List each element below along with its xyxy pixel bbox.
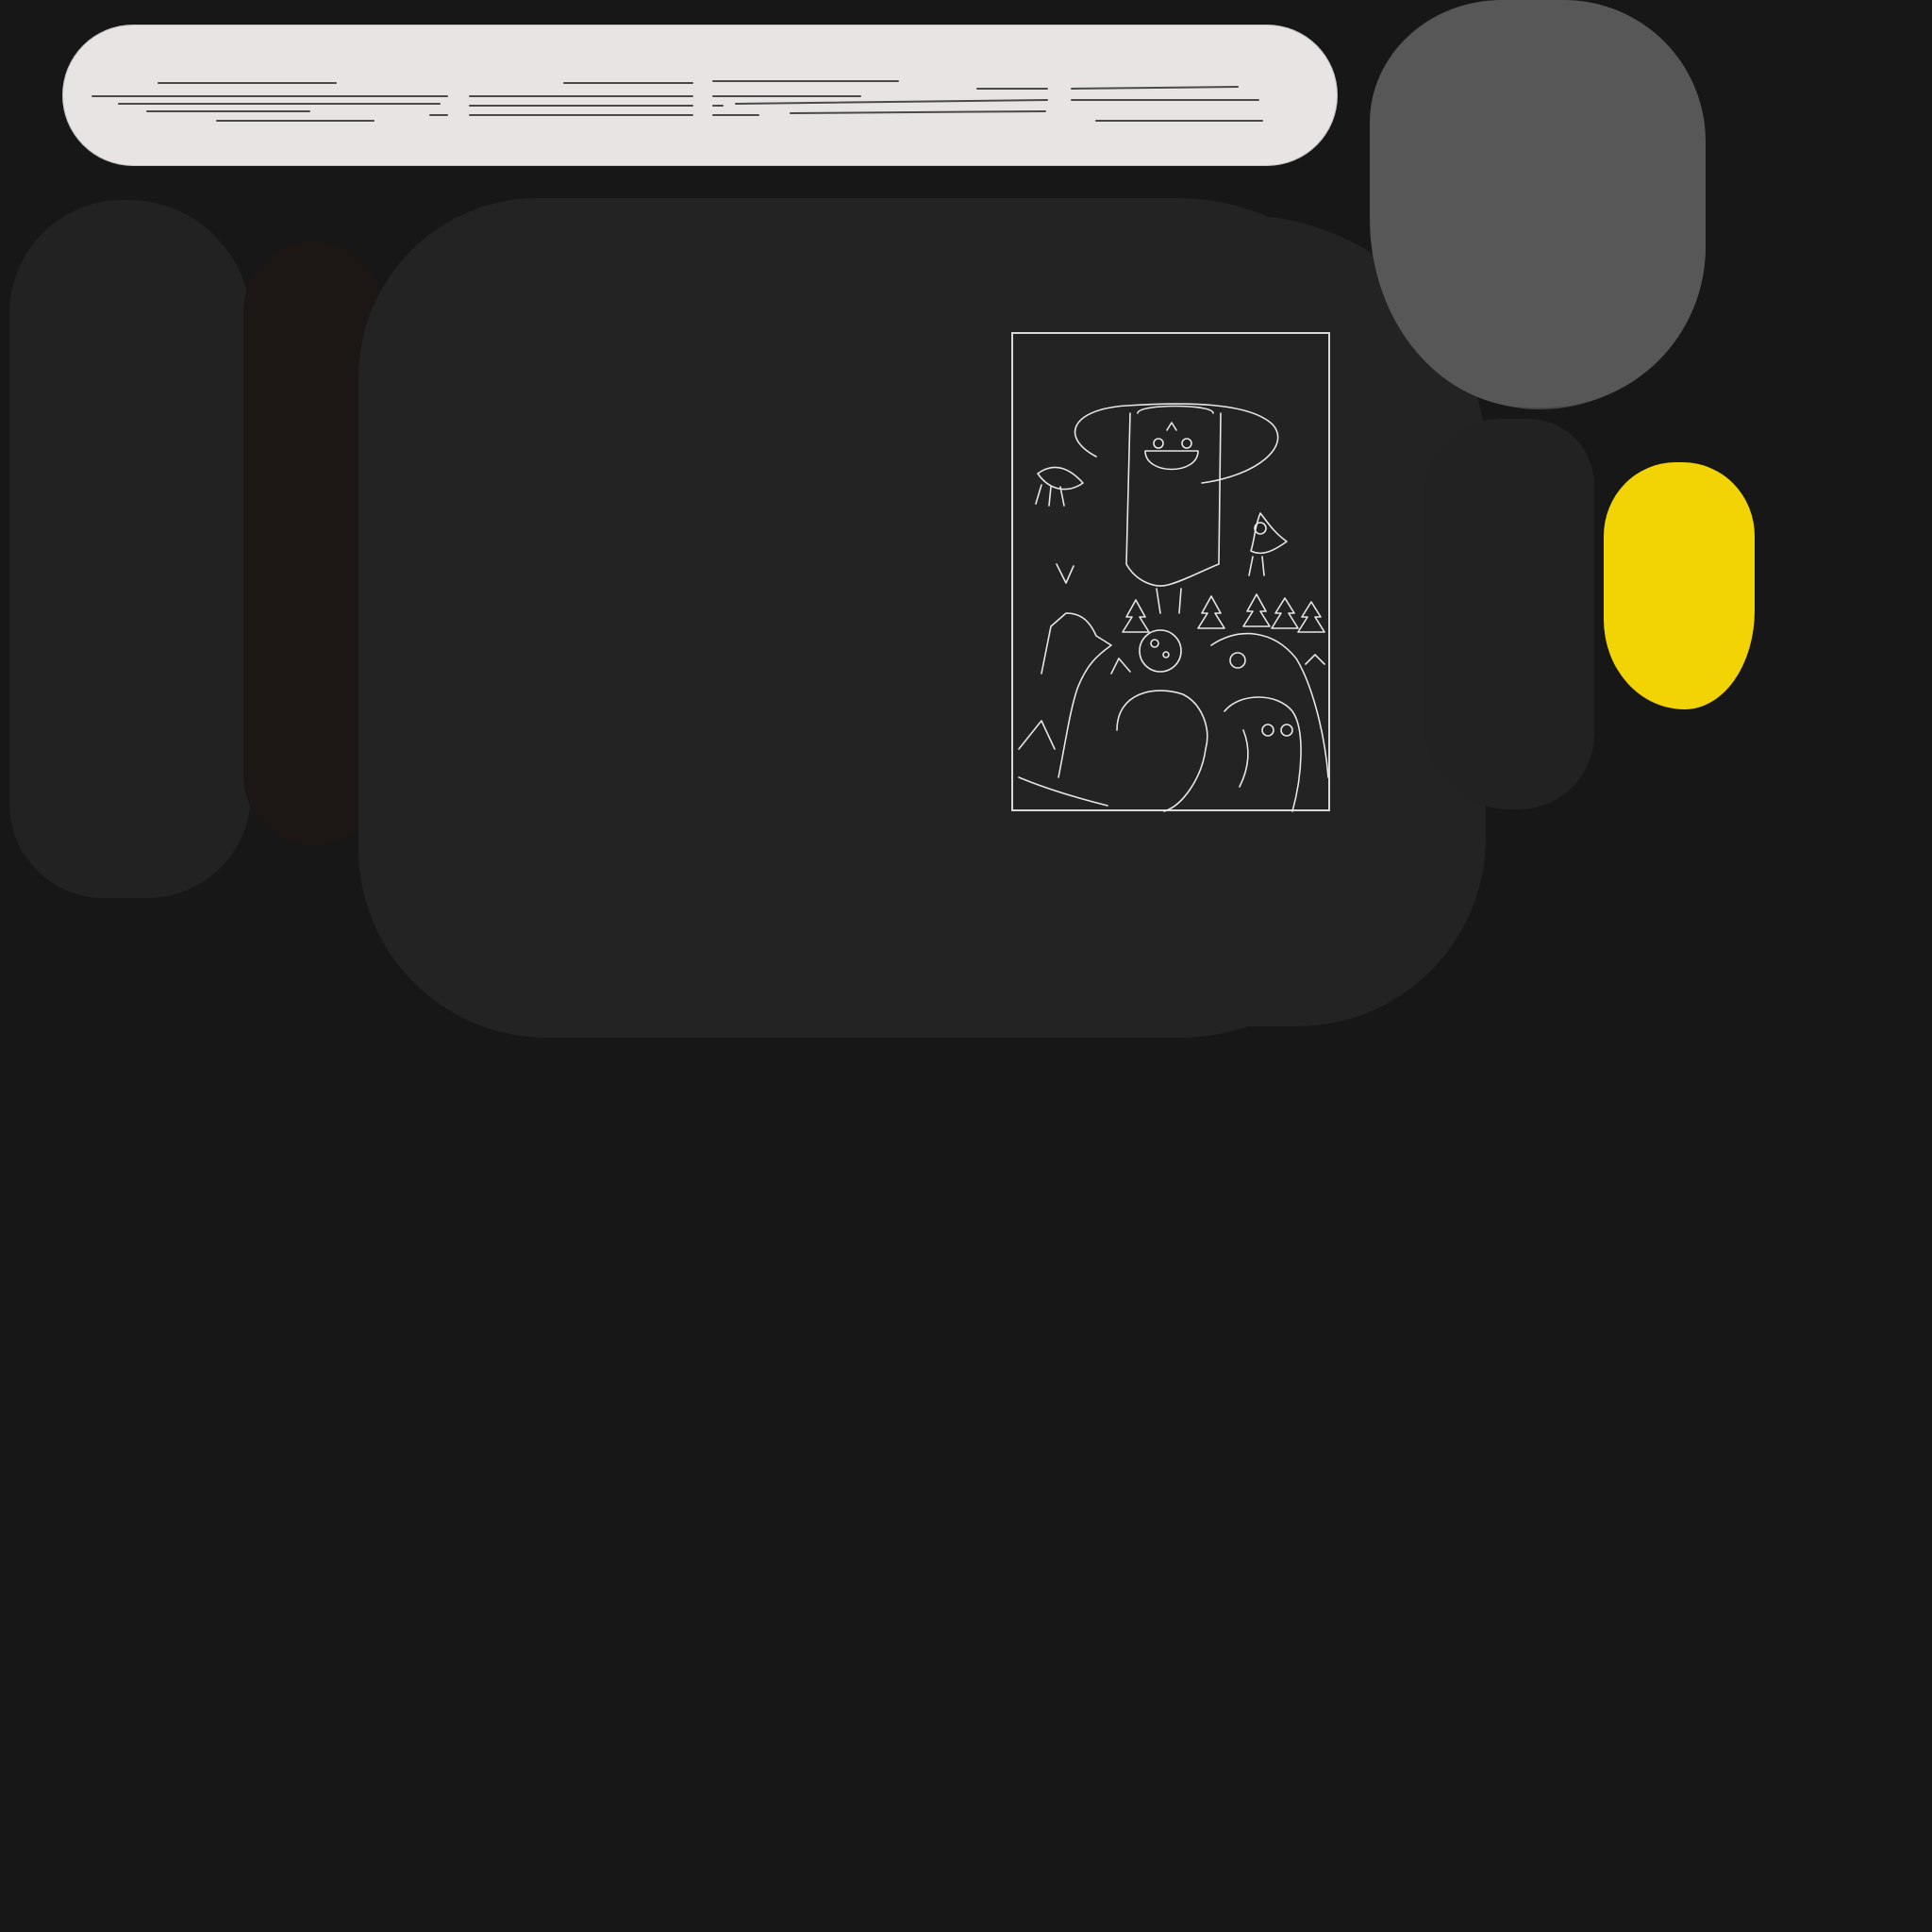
avatar[interactable] [1370,0,1706,408]
top-search-bar[interactable] [62,25,1338,166]
scribble-line [735,99,1048,105]
scribble-line [1071,86,1239,90]
yellow-button[interactable] [1604,462,1755,709]
right-panel [1424,419,1594,809]
canvas [0,0,1932,1932]
character-with-hat-and-animals-line-art [1018,403,1329,812]
left-sidebar-inner [17,245,225,868]
scribble-lines [92,80,1263,122]
illustration-frame [1011,332,1330,812]
scribble-line [790,110,1046,114]
